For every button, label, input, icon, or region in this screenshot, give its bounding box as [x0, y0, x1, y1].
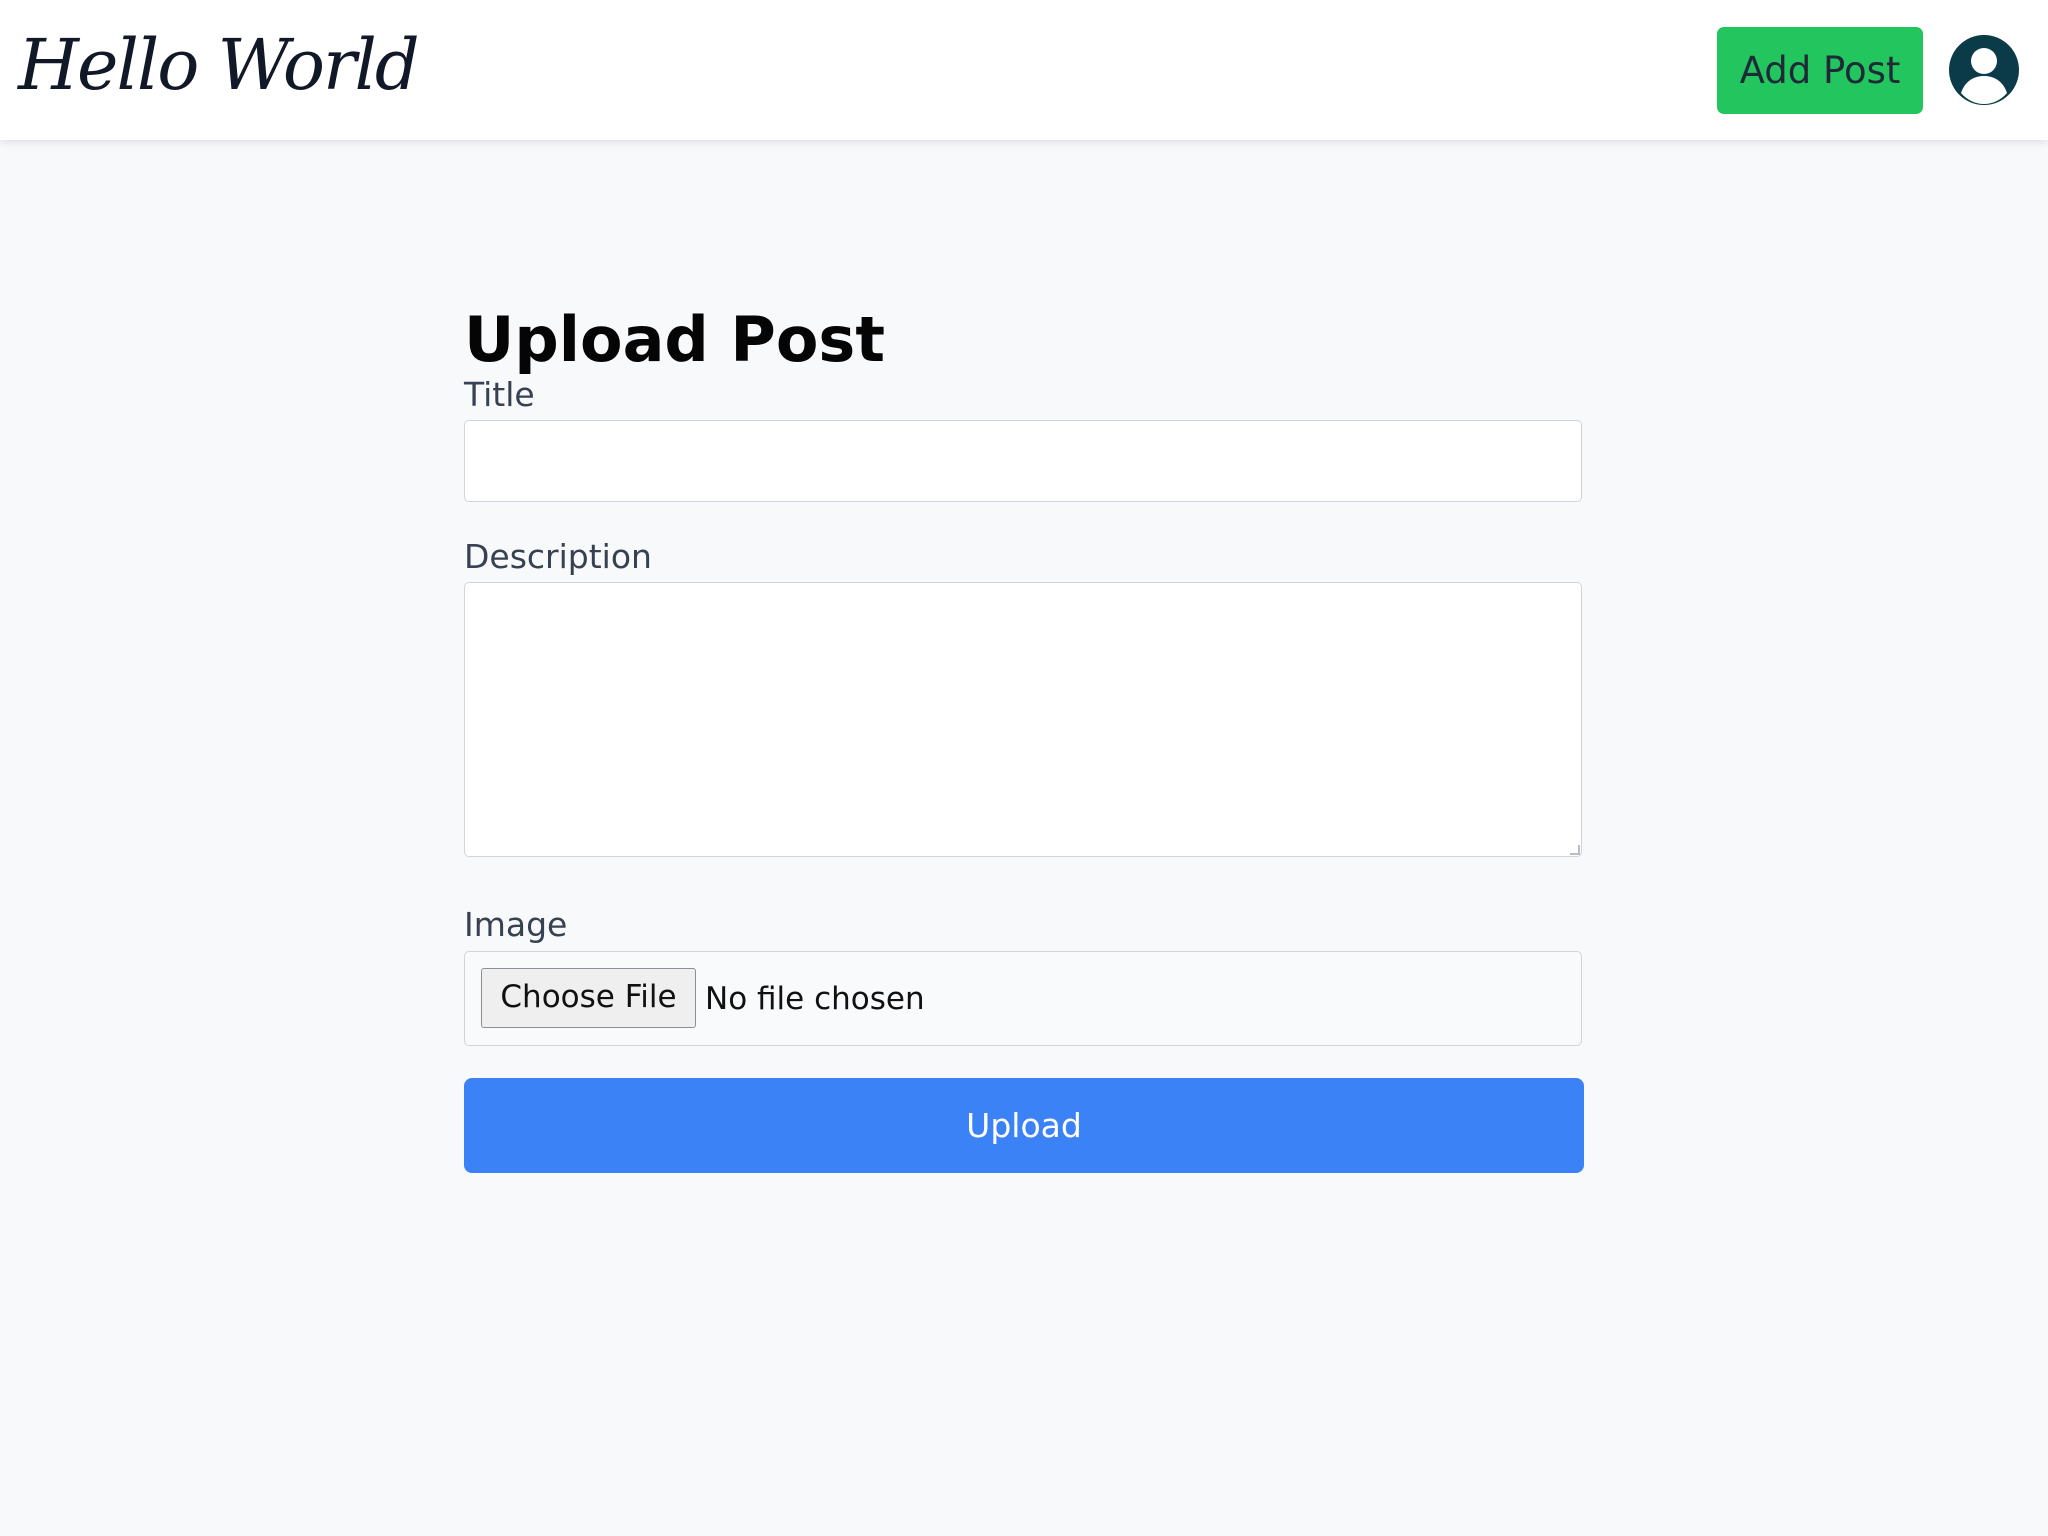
top-header: Hello World Add Post	[0, 0, 2048, 140]
choose-file-button[interactable]: Choose File	[481, 968, 696, 1028]
title-label: Title	[464, 375, 535, 414]
upload-post-page: Hello World Add Post Upload Post Title D…	[0, 0, 2048, 1536]
add-post-button[interactable]: Add Post	[1717, 27, 1923, 114]
user-avatar-button[interactable]	[1948, 34, 2020, 106]
textarea-resize-grip[interactable]	[1570, 845, 1580, 855]
description-textarea[interactable]	[464, 582, 1582, 857]
upload-button[interactable]: Upload	[464, 1078, 1584, 1173]
image-label: Image	[464, 905, 568, 944]
title-input[interactable]	[464, 420, 1582, 502]
file-status-text: No file chosen	[705, 981, 925, 1017]
brand-logo[interactable]: Hello World	[18, 20, 420, 110]
description-label: Description	[464, 537, 652, 576]
image-file-input[interactable]: Choose File No file chosen	[464, 951, 1582, 1046]
upload-post-form: Upload Post Title Description Image Choo…	[464, 240, 1584, 1180]
page-title: Upload Post	[464, 302, 885, 376]
user-circle-icon	[1949, 35, 2019, 105]
